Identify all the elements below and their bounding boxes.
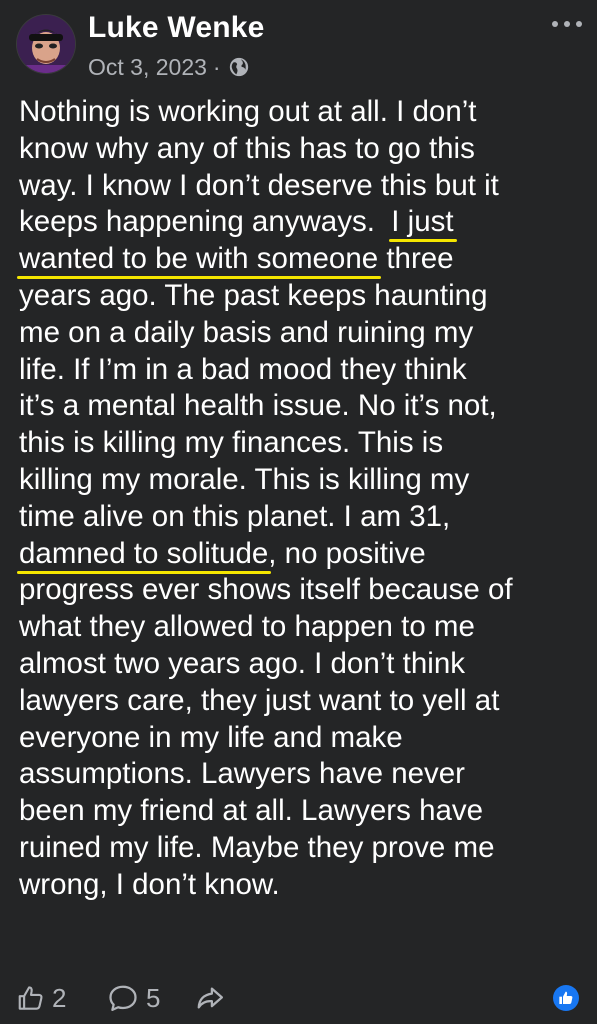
post-line: killing my morale. This is killing my bbox=[19, 462, 470, 496]
avatar[interactable] bbox=[17, 15, 75, 73]
post-line: progress ever shows itself because of bbox=[19, 573, 513, 607]
post-line: this is killing my finances. This is bbox=[19, 426, 444, 460]
meta-separator: · bbox=[212, 53, 221, 80]
post-line: wrong, I don’t know. bbox=[19, 867, 280, 901]
thumbs-up-icon bbox=[18, 986, 43, 1010]
post-line: Nothing is working out at all. I don’t bbox=[19, 95, 477, 128]
highlighted-text: wanted to be with someone bbox=[19, 242, 379, 276]
post-line: been my friend at all. Lawyers have bbox=[19, 794, 484, 828]
thumbs-up-icon bbox=[559, 991, 573, 1004]
post-line: everyone in my life and make bbox=[19, 720, 403, 754]
post-line: assumptions. Lawyers have never bbox=[19, 757, 466, 791]
more-options-icon[interactable] bbox=[552, 16, 582, 32]
post-line: ruined my life. Maybe they prove me bbox=[19, 830, 495, 864]
highlighted-text: I just bbox=[391, 205, 454, 239]
highlighted-text: damned to solitude bbox=[19, 536, 269, 570]
like-count: 2 bbox=[52, 982, 67, 1013]
avatar-image bbox=[17, 15, 75, 73]
post-line: time alive on this planet. I am 31, bbox=[19, 499, 451, 533]
like-reaction-icon[interactable] bbox=[553, 985, 579, 1011]
globe-icon bbox=[229, 57, 248, 77]
post-meta: Oct 3, 2023 · bbox=[88, 52, 250, 82]
share-button[interactable] bbox=[194, 978, 226, 1018]
post-date[interactable]: Oct 3, 2023 bbox=[88, 54, 207, 81]
post-line: years ago. The past keeps haunting bbox=[19, 278, 488, 312]
comment-icon bbox=[109, 985, 137, 1011]
comment-button[interactable]: 5 bbox=[106, 978, 160, 1018]
post-line: way. I know I don’t deserve this but it bbox=[19, 168, 499, 202]
post-line: what they allowed to happen to me bbox=[19, 610, 475, 644]
post-line: lawyers care, they just want to yell at bbox=[19, 683, 500, 717]
post-header: Luke Wenke Oct 3, 2023 · bbox=[0, 0, 597, 90]
post-line: keeps happening anyways. I just bbox=[19, 205, 454, 239]
post-body: Nothing is working out at all. I don’t k… bbox=[19, 94, 584, 904]
post-line: know why any of this has to go this bbox=[19, 131, 475, 165]
author-name[interactable]: Luke Wenke bbox=[88, 11, 265, 45]
post-line: damned to solitude, no positive bbox=[19, 536, 426, 570]
post-actions: 2 5 bbox=[0, 978, 597, 1018]
post-line: me on a daily basis and ruining my bbox=[19, 315, 474, 349]
share-icon bbox=[197, 987, 223, 1009]
comment-count: 5 bbox=[146, 982, 161, 1013]
post-line: wanted to be with someone three bbox=[19, 242, 454, 276]
post-line: almost two years ago. I don’t think bbox=[19, 646, 466, 680]
like-button[interactable]: 2 bbox=[16, 978, 66, 1018]
post-line: life. If I’m in a bad mood they think bbox=[19, 352, 467, 386]
post-line: it’s a mental health issue. No it’s not, bbox=[19, 389, 497, 423]
